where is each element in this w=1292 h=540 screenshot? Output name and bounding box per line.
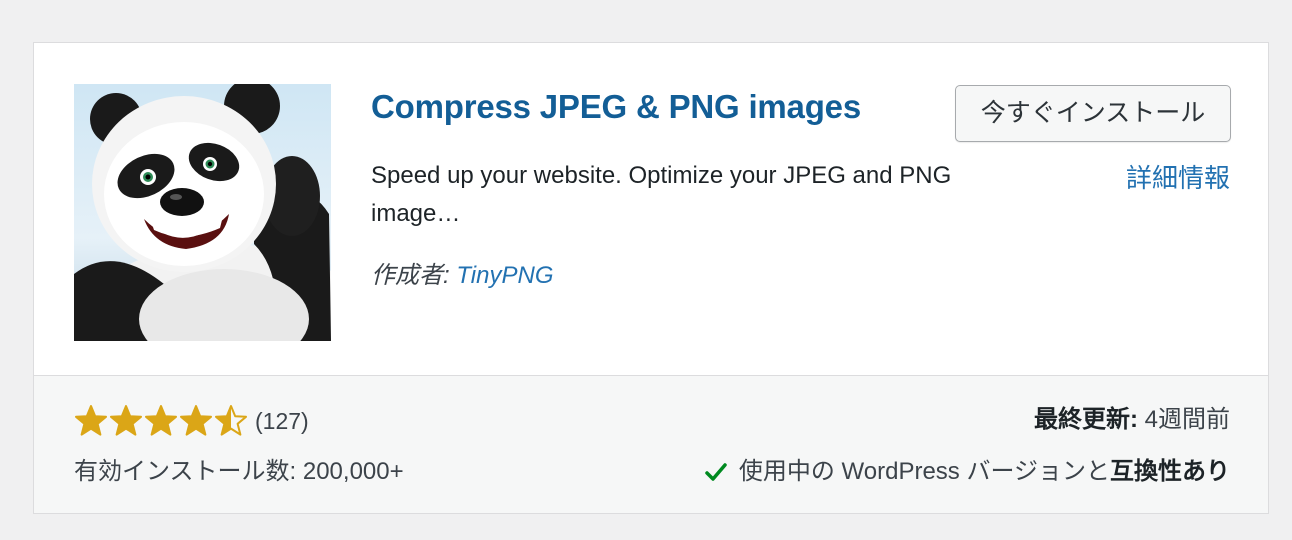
last-updated: 最終更新: 4週間前	[1034, 402, 1230, 438]
plugin-author: 作成者: TinyPNG	[371, 259, 553, 293]
plugin-description: Speed up your website. Optimize your JPE…	[371, 162, 952, 227]
checkmark-icon	[705, 463, 727, 481]
compatibility: 使用中の WordPress バージョンと 互換性あり	[703, 456, 1230, 488]
star-half-icon	[215, 405, 247, 436]
compat-prefix: 使用中の WordPress バージョンと	[738, 458, 1110, 485]
star-filled-icon	[145, 405, 177, 436]
plugin-card: Compress JPEG & PNG images 今すぐインストール 詳細情…	[33, 42, 1269, 514]
star-rating: (127)	[74, 404, 309, 438]
plugin-card-top: Compress JPEG & PNG images 今すぐインストール 詳細情…	[34, 43, 1268, 375]
active-installs: 有効インストール数: 200,000+	[74, 458, 404, 485]
stars-group	[74, 404, 249, 438]
star-filled-icon	[180, 405, 212, 436]
author-link[interactable]: TinyPNG	[456, 262, 553, 289]
plugin-title[interactable]: Compress JPEG & PNG images	[371, 87, 861, 127]
last-updated-value: 4週間前	[1137, 406, 1230, 433]
more-details-link[interactable]: 詳細情報	[1126, 161, 1230, 195]
install-now-button[interactable]: 今すぐインストール	[955, 85, 1231, 142]
author-label: 作成者:	[371, 262, 457, 289]
plugin-card-bottom: (127) 有効インストール数: 200,000+ 最終更新: 4週間前 使用中…	[34, 375, 1268, 513]
star-filled-icon	[75, 405, 107, 436]
panda-mascot-icon[interactable]	[74, 84, 331, 341]
last-updated-label: 最終更新:	[1033, 406, 1138, 433]
rating-count[interactable]: (127)	[255, 408, 309, 435]
compat-status: 互換性あり	[1110, 458, 1230, 485]
star-filled-icon	[110, 405, 142, 436]
